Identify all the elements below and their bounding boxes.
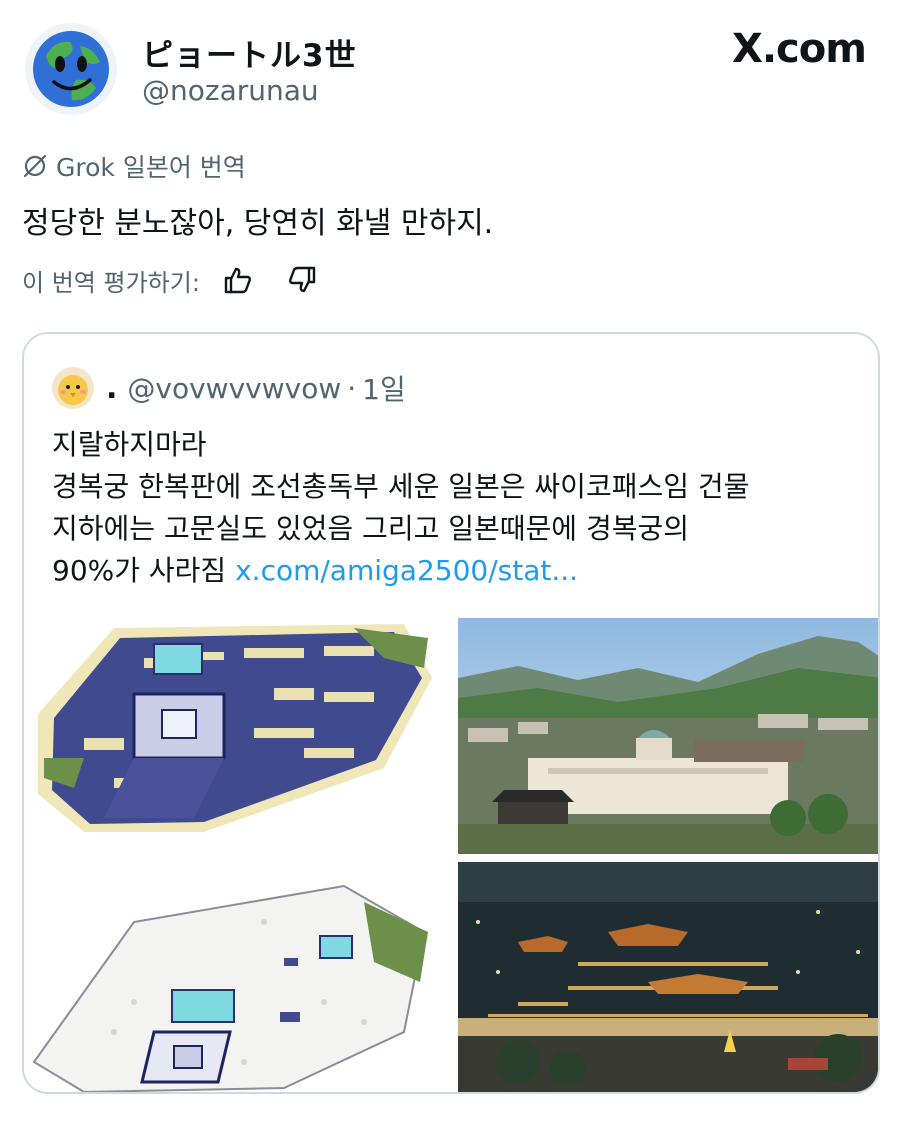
quoted-link[interactable]: x.com/amiga2500/stat... bbox=[235, 554, 578, 587]
translated-text: 정당한 분노잖아, 당연히 화낼 만하지. bbox=[22, 206, 494, 241]
grok-icon bbox=[22, 153, 48, 179]
media-image-daytime-aerial[interactable] bbox=[458, 618, 878, 854]
quoted-text-line: 지하에는 고문실도 있었음 그리고 일본때문에 경복궁의 bbox=[52, 512, 689, 545]
user-handle[interactable]: @nozarunau bbox=[142, 74, 319, 107]
avatar[interactable] bbox=[24, 22, 118, 116]
quoted-display-name[interactable]: . bbox=[106, 371, 117, 406]
rate-translation-row: 이 번역 평가하기: bbox=[22, 258, 324, 302]
media-image-faded-map[interactable] bbox=[24, 862, 450, 1092]
quoted-text-line: 지랄하지마라 bbox=[52, 428, 207, 461]
media-grid bbox=[24, 618, 878, 1092]
display-name[interactable]: ピョートル3世 bbox=[142, 30, 357, 75]
quoted-text-last-line: 90%가 사라짐 x.com/amiga2500/stat... bbox=[52, 550, 872, 592]
rate-translation-label: 이 번역 평가하기: bbox=[22, 268, 200, 297]
quoted-text-line: 경복궁 한복판에 조선총독부 세운 일본은 싸이코패스임 건물 bbox=[52, 470, 750, 503]
quoted-handle[interactable]: @vovwvvwvow bbox=[127, 372, 341, 405]
translation-source-label: Grok 일본어 번역 bbox=[56, 153, 246, 182]
brand-logo: X.com bbox=[732, 26, 867, 72]
quoted-timestamp[interactable]: 1일 bbox=[362, 368, 406, 408]
quoted-tweet-text: 지랄하지마라 경복궁 한복판에 조선총독부 세운 일본은 싸이코패스임 건물 지… bbox=[52, 424, 872, 592]
thumbs-up-icon bbox=[224, 267, 251, 294]
media-image-night-aerial[interactable] bbox=[458, 862, 878, 1092]
thumbs-down-icon bbox=[288, 266, 316, 293]
quoted-tweet-header: . @vovwvvwvow · 1일 bbox=[52, 366, 406, 410]
quoted-tweet-card[interactable]: . @vovwvvwvow · 1일 지랄하지마라 경복궁 한복판에 조선총독부… bbox=[22, 332, 880, 1094]
separator-dot: · bbox=[347, 371, 357, 405]
quoted-avatar[interactable] bbox=[52, 367, 94, 409]
tweet-header: ピョートル3世 @nozarunau X.com bbox=[0, 0, 900, 130]
thumbs-down-button[interactable] bbox=[280, 258, 324, 302]
quoted-text-line: 90%가 사라짐 bbox=[52, 554, 227, 587]
translation-source: Grok 일본어 번역 bbox=[22, 148, 246, 184]
media-image-palace-map[interactable] bbox=[24, 618, 450, 854]
thumbs-up-button[interactable] bbox=[216, 258, 260, 302]
